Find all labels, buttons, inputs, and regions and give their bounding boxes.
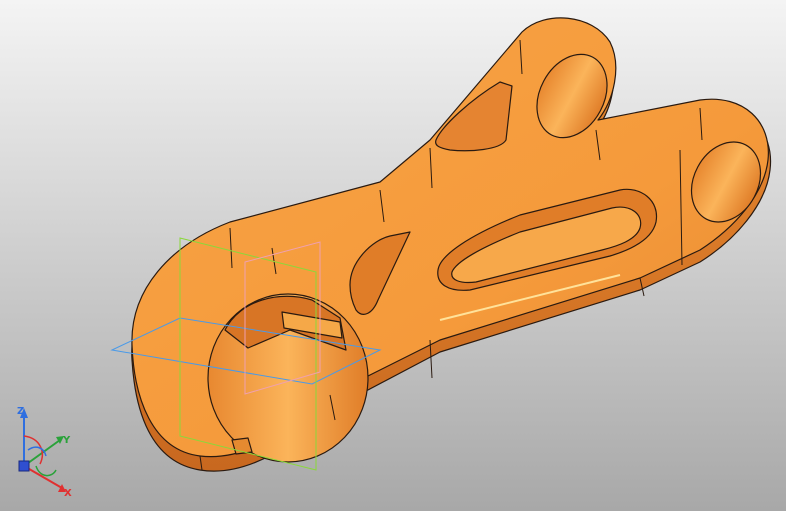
z-axis-label: Z <box>17 406 24 417</box>
x-axis-label: X <box>64 488 72 499</box>
3d-viewport[interactable]: Z Y X <box>0 0 786 511</box>
viewport-canvas[interactable]: Z Y X <box>0 0 786 511</box>
triad-origin <box>18 460 30 472</box>
y-axis-label: Y <box>62 435 71 446</box>
